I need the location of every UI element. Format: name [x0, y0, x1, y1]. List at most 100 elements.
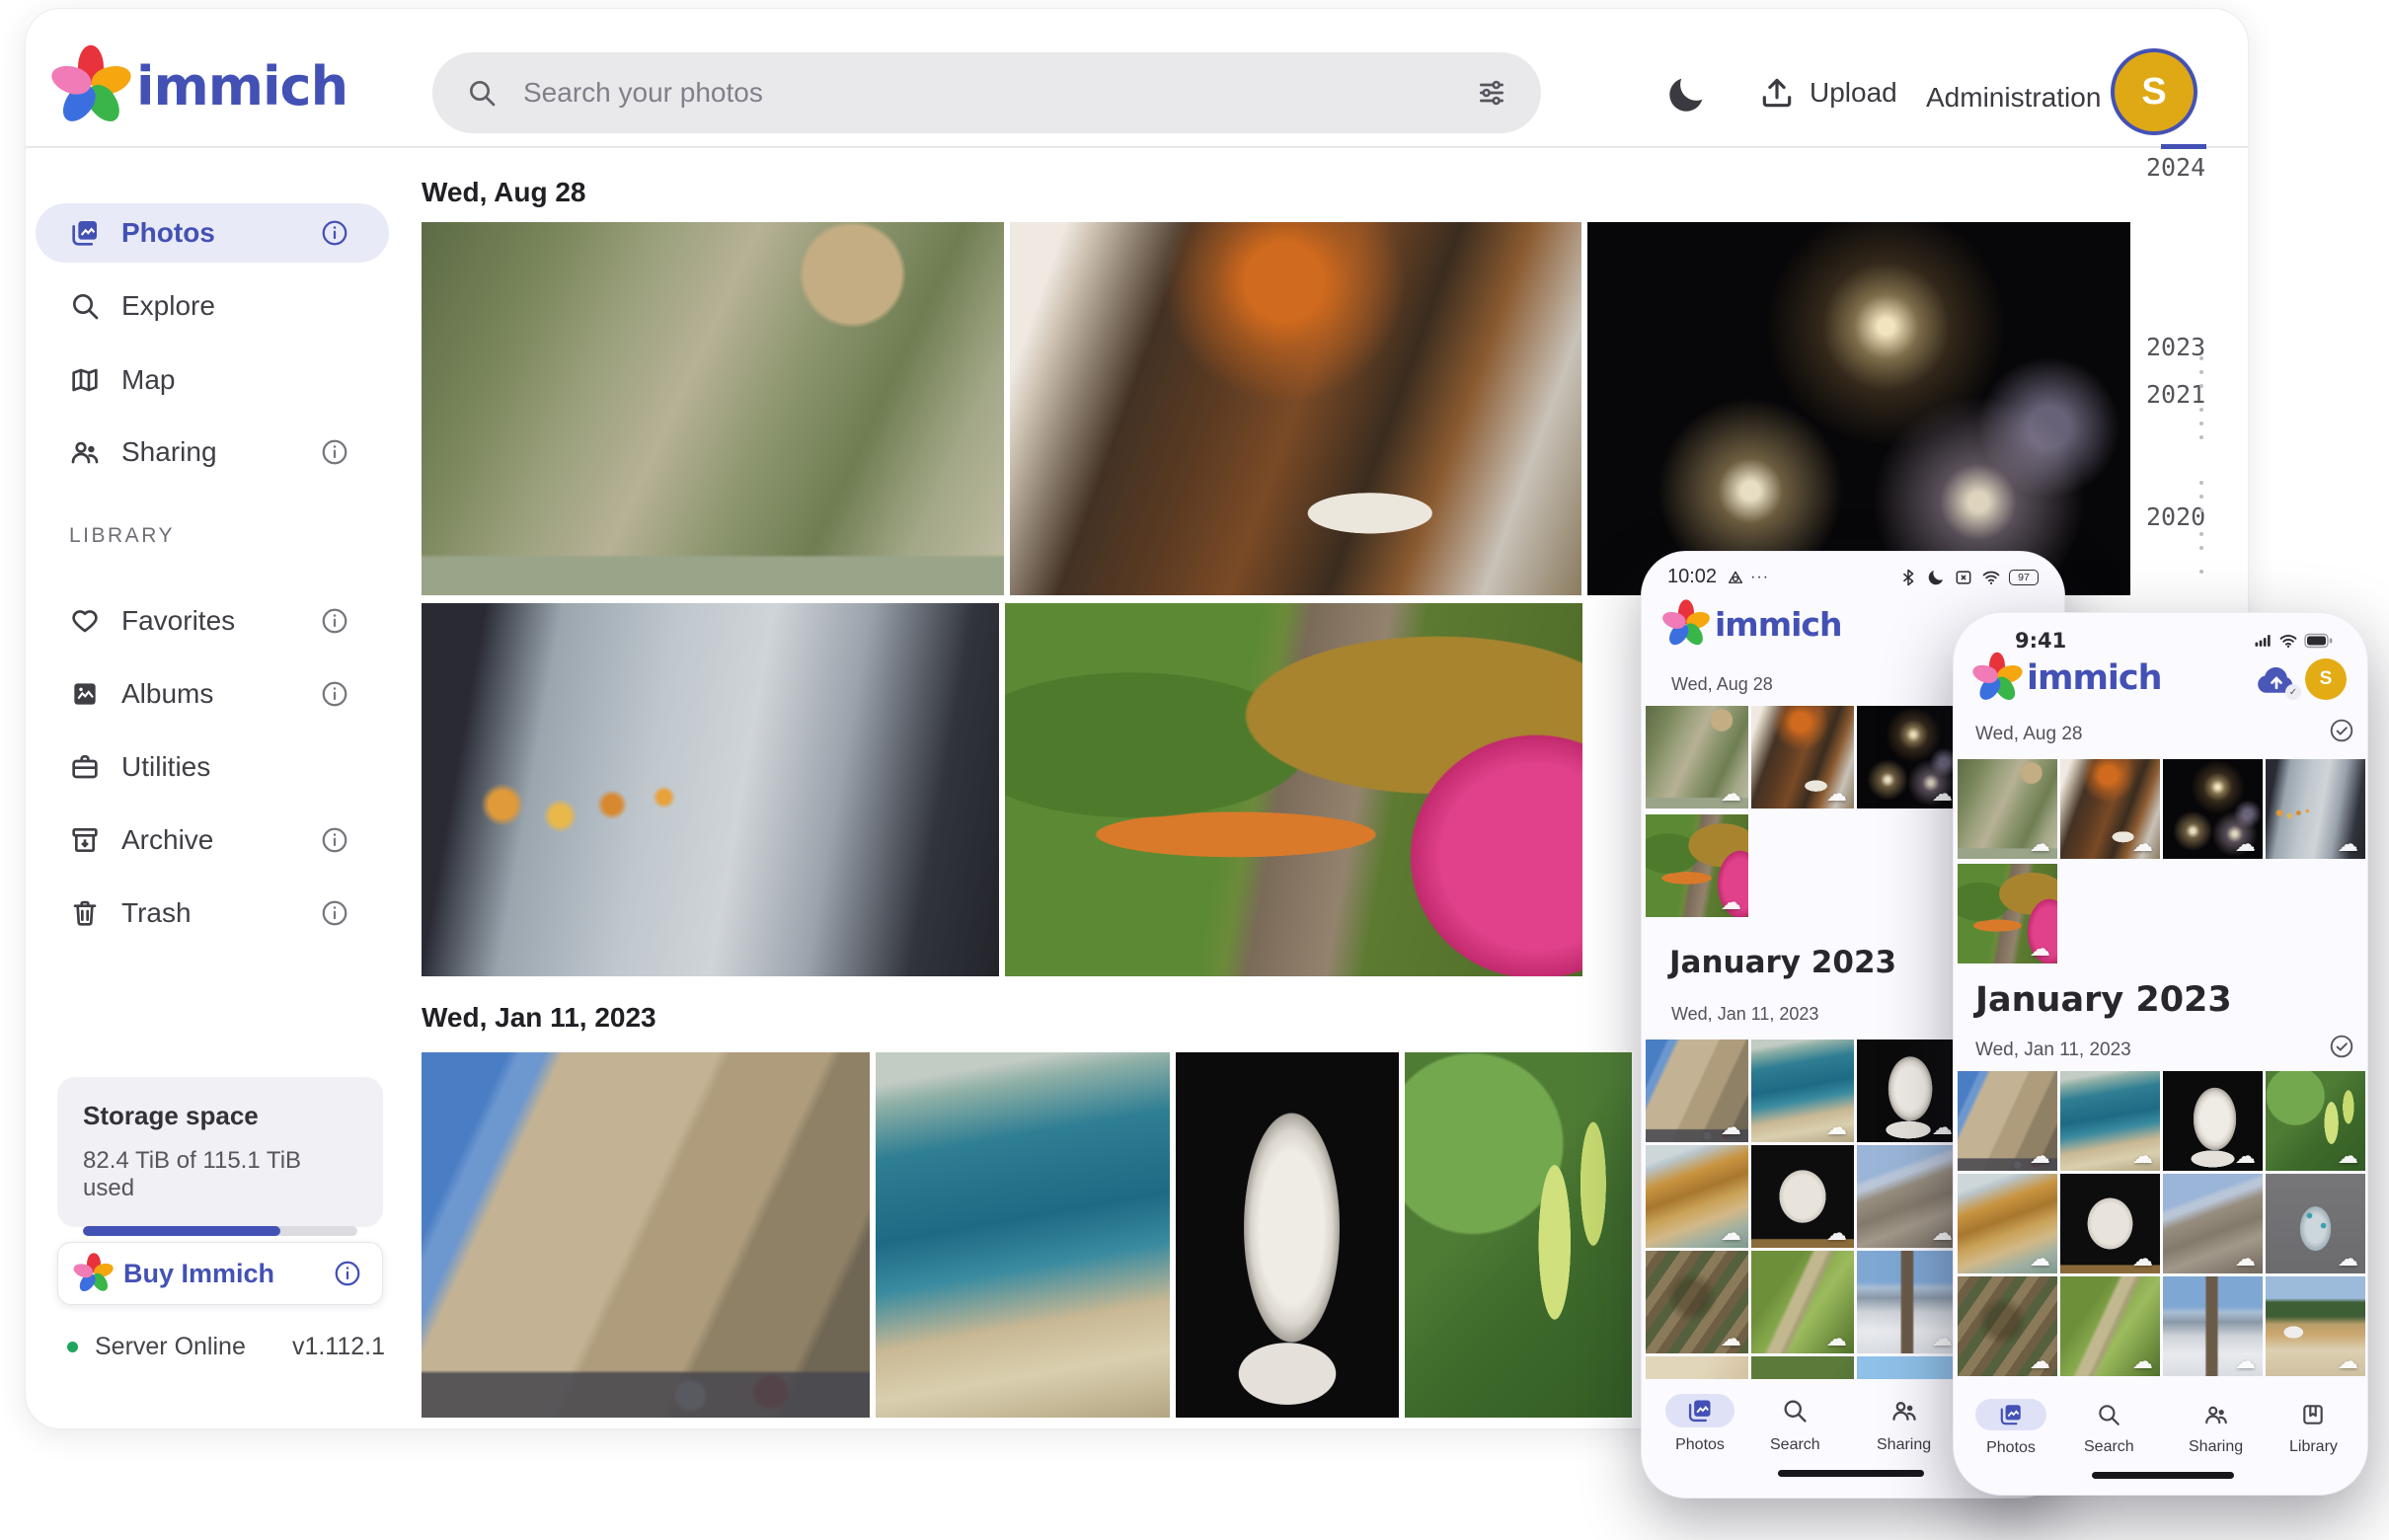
- nav-tab-photos[interactable]: Photos: [1975, 1399, 2046, 1457]
- photo-farm[interactable]: [2266, 1276, 2365, 1376]
- timeline-year-2021[interactable]: 2021: [2146, 380, 2205, 409]
- photo-ornate[interactable]: [2266, 1174, 2365, 1273]
- photo-bust[interactable]: [1857, 1040, 1960, 1142]
- photo-autumn[interactable]: [1005, 603, 1582, 976]
- photo-autumn[interactable]: [1646, 814, 1748, 917]
- select-all-check-icon[interactable]: [2329, 1034, 2354, 1059]
- sidebar-item-archive[interactable]: Archive: [26, 813, 421, 867]
- date-header: Wed, Aug 28: [1671, 674, 1773, 695]
- photo-fireworks[interactable]: [1857, 706, 1960, 808]
- immich-logo[interactable]: immich: [59, 54, 347, 117]
- photo-village[interactable]: [2163, 1276, 2263, 1376]
- upload-button[interactable]: Upload: [1758, 74, 1897, 112]
- search-input[interactable]: [523, 77, 1450, 109]
- photo-sculpt[interactable]: [2060, 1174, 2160, 1273]
- photo-hands[interactable]: [422, 603, 999, 976]
- timeline-year-2024[interactable]: 2024: [2146, 153, 2205, 182]
- photo-bust[interactable]: [1176, 1052, 1399, 1418]
- timeline-tick: [2199, 532, 2203, 536]
- sidebar-item-label: Sharing: [121, 436, 217, 468]
- search-filter-icon[interactable]: [1476, 77, 1507, 109]
- photo-beach[interactable]: [1958, 1174, 2057, 1273]
- cloud-backup-icon: [2338, 1146, 2358, 1167]
- cloud-backup-icon: [2235, 834, 2256, 855]
- photo-fortress[interactable]: [422, 1052, 870, 1418]
- user-avatar[interactable]: S: [2111, 48, 2197, 135]
- date-header: Wed, Aug 28: [422, 177, 585, 208]
- nav-tab-photos[interactable]: Photos: [1665, 1394, 1734, 1454]
- info-icon[interactable]: [320, 437, 349, 467]
- nav-tab-search[interactable]: Search: [2084, 1402, 2134, 1456]
- photo-ruins[interactable]: [1857, 1145, 1960, 1248]
- timeline-year-2023[interactable]: 2023: [2146, 333, 2205, 361]
- nav-tab-sharing[interactable]: Sharing: [2189, 1402, 2243, 1456]
- sidebar-item-trash[interactable]: Trash: [26, 886, 421, 940]
- sidebar-item-explore[interactable]: Explore: [26, 279, 421, 333]
- info-icon[interactable]: [320, 679, 349, 709]
- photo-fireworks[interactable]: [2163, 759, 2263, 859]
- info-icon[interactable]: [320, 898, 349, 928]
- info-icon[interactable]: [320, 606, 349, 636]
- photo-coast[interactable]: [876, 1052, 1170, 1418]
- timeline-scrubber-indicator[interactable]: [2161, 144, 2206, 149]
- photo-seagrape[interactable]: [1405, 1052, 1632, 1418]
- nav-tab-sharing[interactable]: Sharing: [1877, 1397, 1931, 1454]
- sidebar-item-sharing[interactable]: Sharing: [26, 425, 421, 479]
- photo-dinner[interactable]: [1751, 706, 1854, 808]
- immich-flower-icon: [59, 54, 122, 117]
- cloud-backup-icon: [2030, 1146, 2050, 1167]
- photo-lizard1[interactable]: [1646, 1251, 1748, 1353]
- select-all-check-icon[interactable]: [2329, 718, 2354, 743]
- photo-fortress[interactable]: [1646, 1040, 1748, 1142]
- buy-immich-button[interactable]: Buy Immich: [57, 1242, 383, 1305]
- photo-fortress[interactable]: [1958, 1071, 2057, 1171]
- photo-hands[interactable]: [2266, 759, 2365, 859]
- theme-toggle-moon-icon[interactable]: [1663, 72, 1709, 117]
- photo-zoo[interactable]: [1958, 759, 2057, 859]
- photo-fireworks[interactable]: [1587, 222, 2130, 595]
- photo-sculpt[interactable]: [1751, 1145, 1854, 1248]
- photo-zoo[interactable]: [1646, 706, 1748, 808]
- trash-icon: [69, 897, 101, 929]
- nav-tab-search[interactable]: Search: [1770, 1397, 1820, 1454]
- immich-wordmark: immich: [136, 55, 347, 117]
- photo-lizard1[interactable]: [1958, 1276, 2057, 1376]
- photo-sky[interactable]: [1857, 1356, 1960, 1381]
- info-icon[interactable]: [320, 825, 349, 855]
- photo-bust[interactable]: [2163, 1071, 2263, 1171]
- photo-village[interactable]: [1857, 1251, 1960, 1353]
- storage-progress-bar: [83, 1226, 357, 1236]
- photo-autumn[interactable]: [1958, 864, 2057, 963]
- photo-ruins[interactable]: [2163, 1174, 2263, 1273]
- photo-coast[interactable]: [1751, 1040, 1854, 1142]
- heart-icon: [69, 605, 101, 637]
- nav-tab-library[interactable]: Library: [2289, 1402, 2338, 1456]
- photo-row: [1958, 864, 2365, 963]
- cloud-backup-sync-icon[interactable]: ✓: [2254, 664, 2299, 698]
- archive-icon: [69, 824, 101, 856]
- sidebar-item-utilities[interactable]: Utilities: [26, 740, 421, 794]
- photo-lizard2[interactable]: [2060, 1276, 2160, 1376]
- photo-lizard2[interactable]: [1751, 1251, 1854, 1353]
- cloud-backup-icon: [1721, 1117, 1741, 1138]
- administration-link[interactable]: Administration: [1926, 82, 2101, 114]
- photo-seagrape[interactable]: [2266, 1071, 2365, 1171]
- sidebar-item-photos[interactable]: Photos: [26, 206, 421, 260]
- search-icon: [466, 77, 498, 109]
- user-avatar[interactable]: S: [2305, 658, 2347, 700]
- info-icon[interactable]: [333, 1259, 362, 1288]
- photo-dinner[interactable]: [2060, 759, 2160, 859]
- photo-sand[interactable]: [1646, 1356, 1748, 1381]
- info-icon[interactable]: [320, 218, 349, 248]
- immich-logo: immich: [1977, 658, 2162, 698]
- photo-zoo[interactable]: [422, 222, 1004, 595]
- sidebar-item-map[interactable]: Map: [26, 353, 421, 407]
- sidebar-item-albums[interactable]: Albums: [26, 667, 421, 721]
- timeline-year-2020[interactable]: 2020: [2146, 502, 2205, 531]
- photo-coast[interactable]: [2060, 1071, 2160, 1171]
- search-bar[interactable]: [432, 52, 1541, 133]
- sidebar-item-favorites[interactable]: Favorites: [26, 594, 421, 648]
- photo-dinner[interactable]: [1010, 222, 1581, 595]
- photo-flowers[interactable]: [1751, 1356, 1854, 1381]
- photo-beach[interactable]: [1646, 1145, 1748, 1248]
